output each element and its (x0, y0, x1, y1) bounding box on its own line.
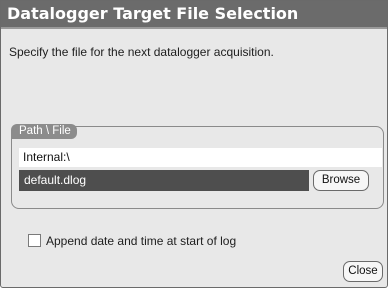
append-datetime-label: Append date and time at start of log (46, 234, 237, 248)
close-button[interactable]: Close (343, 261, 383, 282)
title-divider (1, 27, 387, 29)
file-name-field[interactable]: default.dlog (19, 170, 309, 191)
browse-button[interactable]: Browse (313, 170, 369, 191)
append-datetime-checkbox[interactable] (28, 234, 41, 247)
dialog-title: Datalogger Target File Selection (1, 1, 387, 27)
datalogger-file-dialog: Datalogger Target File Selection Specify… (0, 0, 388, 288)
dialog-description: Specify the file for the next datalogger… (9, 45, 274, 59)
path-file-legend: Path \ File (11, 124, 77, 139)
path-field[interactable]: Internal:\ (19, 148, 382, 167)
